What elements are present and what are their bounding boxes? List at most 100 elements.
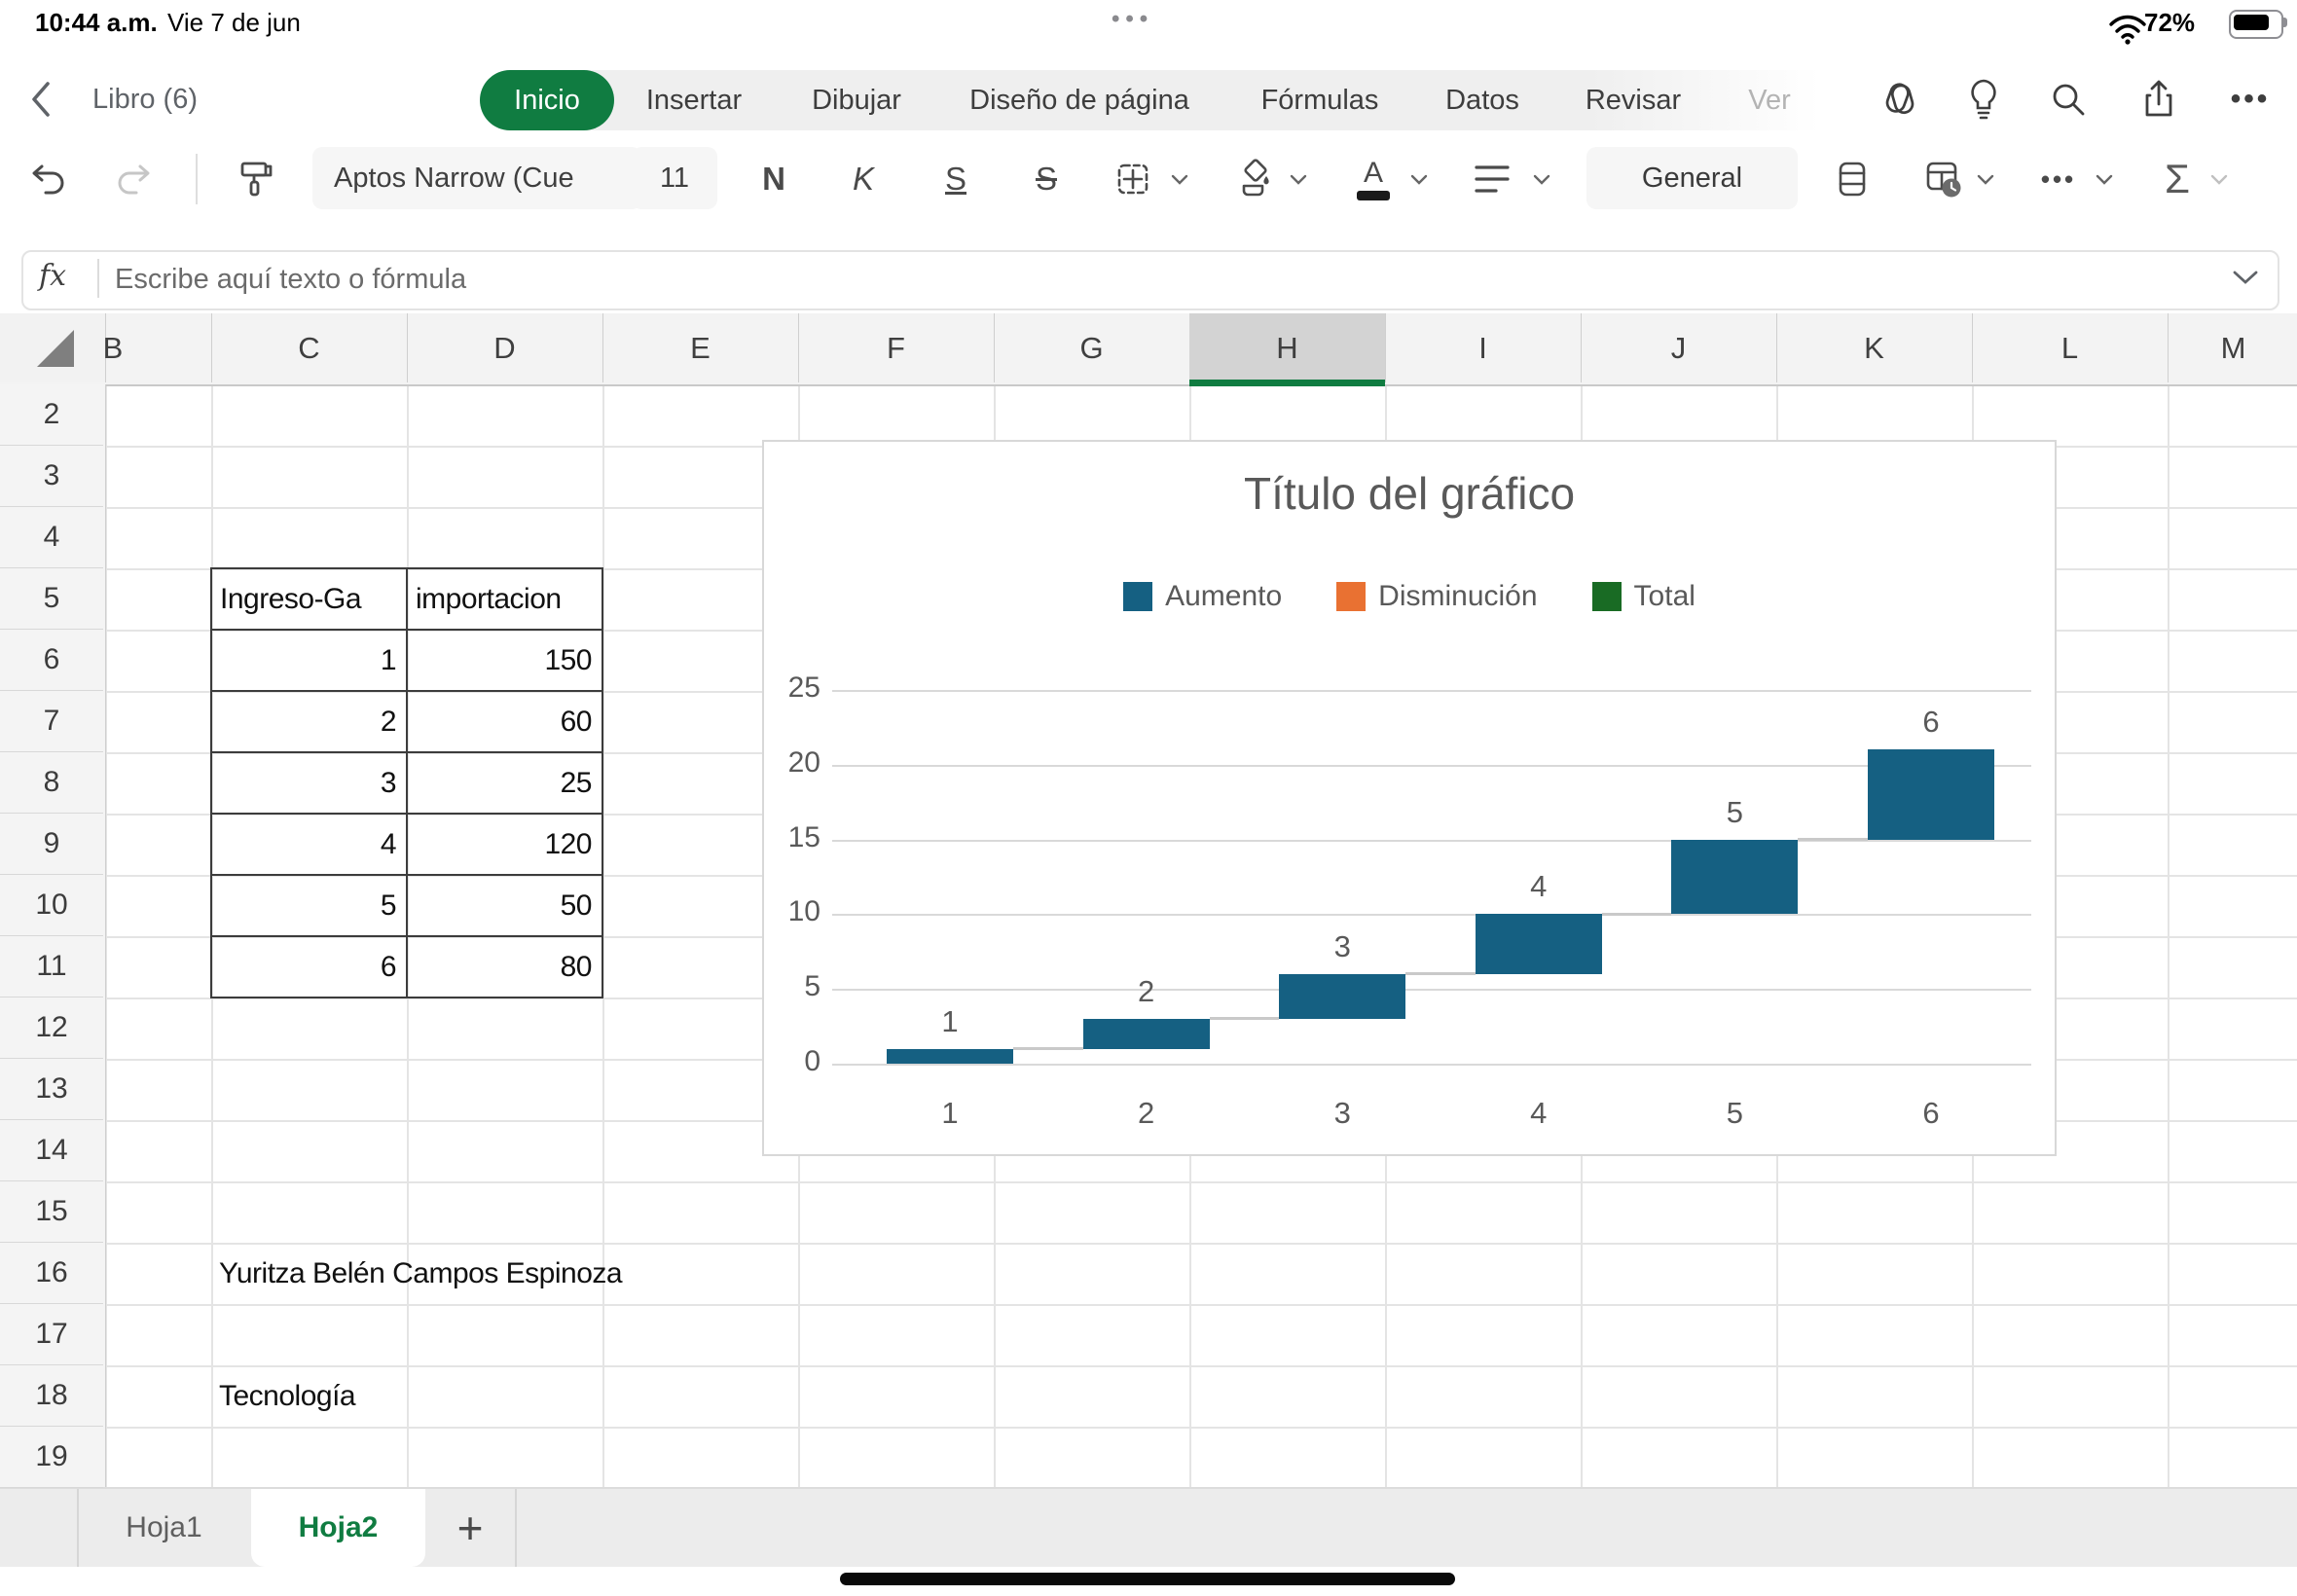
- row-header-2[interactable]: 2: [0, 384, 103, 446]
- column-header-B[interactable]: B: [105, 313, 212, 382]
- column-header-G[interactable]: G: [994, 313, 1190, 382]
- tab-revisar[interactable]: Revisar: [1586, 70, 1681, 130]
- row-header-3[interactable]: 3: [0, 446, 103, 507]
- borders-button[interactable]: [1105, 151, 1161, 207]
- row-header-4[interactable]: 4: [0, 507, 103, 568]
- tab-insertar[interactable]: Insertar: [646, 70, 742, 130]
- cell-D7[interactable]: 60: [406, 690, 603, 753]
- cell-C8[interactable]: 3: [210, 751, 408, 815]
- row-header-19[interactable]: 19: [0, 1427, 103, 1488]
- row-header-18[interactable]: 18: [0, 1365, 103, 1427]
- column-header-C[interactable]: C: [211, 313, 408, 382]
- font-color-chevron-icon[interactable]: [1409, 173, 1429, 186]
- back-button[interactable]: [14, 72, 68, 127]
- formula-input-placeholder[interactable]: Escribe aquí texto o fórmula: [115, 264, 466, 296]
- cell-C7[interactable]: 2: [210, 690, 408, 753]
- column-header-L[interactable]: L: [1972, 313, 2169, 382]
- cells-format-button[interactable]: [1914, 151, 1971, 207]
- cell-C10[interactable]: 5: [210, 874, 408, 937]
- undo-button[interactable]: [20, 151, 77, 207]
- wrap-text-button[interactable]: [1824, 151, 1880, 207]
- column-header-E[interactable]: E: [602, 313, 799, 382]
- row-header-11[interactable]: 11: [0, 936, 103, 998]
- legend-item-aumento[interactable]: Aumento: [1123, 580, 1282, 613]
- copilot-button[interactable]: [1873, 72, 1927, 127]
- cell-D5[interactable]: importacion: [406, 567, 603, 631]
- document-title[interactable]: Libro (6): [92, 84, 198, 116]
- alignment-chevron-icon[interactable]: [1532, 173, 1551, 186]
- column-header-K[interactable]: K: [1776, 313, 1973, 382]
- legend-item-disminución[interactable]: Disminución: [1336, 580, 1537, 613]
- alignment-button[interactable]: [1464, 151, 1520, 207]
- row-header-13[interactable]: 13: [0, 1059, 103, 1120]
- cell-C18[interactable]: Tecnología: [211, 1365, 407, 1427]
- fx-icon[interactable]: fx: [39, 259, 66, 293]
- chart-bar-5[interactable]: [1671, 840, 1798, 915]
- row-header-17[interactable]: 17: [0, 1304, 103, 1365]
- add-sheet-button[interactable]: +: [425, 1489, 515, 1567]
- select-all-corner[interactable]: [0, 313, 106, 382]
- cell-C6[interactable]: 1: [210, 629, 408, 692]
- bold-button[interactable]: N: [746, 151, 802, 207]
- number-format-selector[interactable]: General: [1586, 147, 1798, 209]
- legend-item-total[interactable]: Total: [1592, 580, 1695, 613]
- chart-bar-6[interactable]: [1868, 749, 1994, 839]
- more-formatting-button[interactable]: •••: [2030, 151, 2087, 207]
- column-header-F[interactable]: F: [798, 313, 995, 382]
- row-header-12[interactable]: 12: [0, 998, 103, 1059]
- format-painter-button[interactable]: [227, 151, 283, 207]
- row-header-5[interactable]: 5: [0, 568, 103, 630]
- column-header-I[interactable]: I: [1385, 313, 1582, 382]
- fill-color-button[interactable]: [1227, 151, 1284, 207]
- sheet-tab-hoja1[interactable]: Hoja1: [77, 1489, 251, 1567]
- column-header-M[interactable]: M: [2168, 313, 2297, 382]
- cell-C11[interactable]: 6: [210, 935, 408, 998]
- chart-title[interactable]: Título del gráfico: [764, 467, 2055, 520]
- font-color-button[interactable]: A: [1345, 151, 1402, 207]
- tab-ver[interactable]: Ver: [1748, 70, 1791, 130]
- cell-D11[interactable]: 80: [406, 935, 603, 998]
- tab-dibujar[interactable]: Dibujar: [812, 70, 901, 130]
- chart-bar-1[interactable]: [887, 1049, 1013, 1064]
- italic-button[interactable]: K: [835, 151, 892, 207]
- cells-format-chevron-icon[interactable]: [1976, 173, 1995, 186]
- strikethrough-button[interactable]: S: [1018, 151, 1075, 207]
- more-menu-button[interactable]: •••: [2223, 72, 2278, 127]
- font-size-selector[interactable]: 11: [632, 147, 717, 209]
- tab-diseno-de-pagina[interactable]: Diseño de página: [969, 70, 1189, 130]
- chart-bar-3[interactable]: [1279, 974, 1405, 1019]
- chart-bar-2[interactable]: [1083, 1019, 1210, 1049]
- row-header-9[interactable]: 9: [0, 814, 103, 875]
- search-button[interactable]: [2041, 72, 2096, 127]
- column-header-H[interactable]: H: [1189, 313, 1386, 382]
- formula-bar-expand-chevron-icon[interactable]: [2231, 269, 2260, 286]
- column-header-J[interactable]: J: [1581, 313, 1777, 382]
- autosum-button[interactable]: Σ: [2149, 151, 2206, 207]
- row-header-7[interactable]: 7: [0, 691, 103, 752]
- tab-formulas[interactable]: Fórmulas: [1261, 70, 1379, 130]
- tell-me-button[interactable]: [1956, 72, 2011, 127]
- row-header-14[interactable]: 14: [0, 1120, 103, 1181]
- home-indicator[interactable]: [840, 1573, 1455, 1585]
- column-header-D[interactable]: D: [407, 313, 603, 382]
- borders-chevron-icon[interactable]: [1170, 173, 1189, 186]
- cell-C9[interactable]: 4: [210, 813, 408, 876]
- cell-D6[interactable]: 150: [406, 629, 603, 692]
- row-header-6[interactable]: 6: [0, 630, 103, 691]
- redo-button[interactable]: [105, 151, 162, 207]
- row-header-8[interactable]: 8: [0, 752, 103, 814]
- chart-bar-4[interactable]: [1476, 914, 1602, 973]
- row-header-15[interactable]: 15: [0, 1181, 103, 1243]
- cell-D8[interactable]: 25: [406, 751, 603, 815]
- sheet-tab-hoja2[interactable]: Hoja2: [251, 1489, 425, 1567]
- cell-C16[interactable]: Yuritza Belén Campos Espinoza: [211, 1243, 407, 1304]
- multitask-handle-icon[interactable]: •••: [1112, 6, 1153, 33]
- row-header-10[interactable]: 10: [0, 875, 103, 936]
- chart[interactable]: Título del gráfico Aumento Disminución Tot…: [762, 440, 2057, 1156]
- row-header-16[interactable]: 16: [0, 1243, 103, 1304]
- more-formatting-chevron-icon[interactable]: [2095, 173, 2114, 186]
- tab-inicio[interactable]: Inicio: [480, 70, 614, 130]
- fill-color-chevron-icon[interactable]: [1289, 173, 1308, 186]
- underline-button[interactable]: S: [928, 151, 984, 207]
- cell-D10[interactable]: 50: [406, 874, 603, 937]
